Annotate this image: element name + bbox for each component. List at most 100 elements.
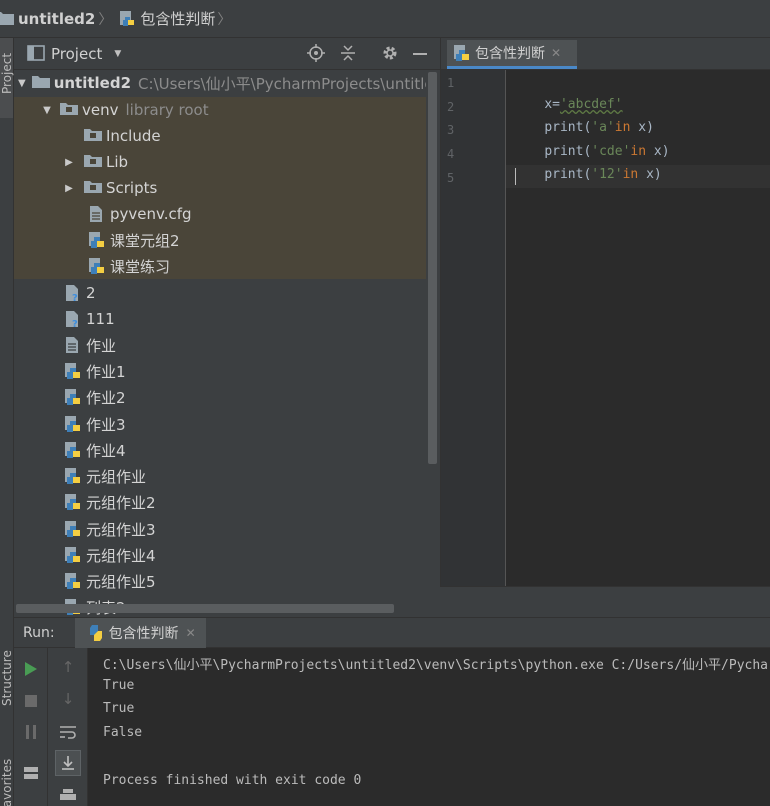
tree-folder-lib[interactable]: ▶ Lib [14, 149, 426, 175]
tree-file-yuanzu-zuoye2[interactable]: 元组作业2 [14, 489, 426, 515]
python-file-icon [64, 441, 82, 459]
hide-panel-icon[interactable] [413, 53, 427, 55]
code-editor[interactable]: x='abcdef' print('a'in x) print('cde'in … [506, 70, 770, 586]
code-line-1[interactable]: x='abcdef' [513, 72, 622, 112]
run-tab[interactable]: 包含性判断 ✕ [74, 617, 206, 648]
breadcrumb-file[interactable]: 包含性判断 〉 [118, 0, 237, 38]
arrow-down-icon[interactable]: ↓ [57, 688, 79, 710]
soft-wrap-icon[interactable] [57, 721, 79, 743]
tree-file-zuoye1[interactable]: 作业1 [14, 358, 426, 384]
unknown-file-icon: ? [64, 310, 82, 330]
tree-label: 元组作业4 [86, 546, 156, 565]
tree-label: 作业1 [86, 362, 126, 381]
print-icon[interactable] [57, 785, 79, 806]
tree-file-ketang-lianxi[interactable]: 课堂练习 [14, 253, 426, 279]
editor-tab-label: 包含性判断 [475, 46, 545, 62]
tree-label: 元组作业5 [86, 572, 156, 591]
folder-icon [84, 127, 102, 145]
tree-file-yuanzu-zuoye5[interactable]: 元组作业5 [14, 568, 426, 594]
python-file-icon [64, 362, 82, 380]
expand-arrow-icon[interactable]: ▼ [40, 97, 54, 123]
tree-file-pyvenv-cfg[interactable]: pyvenv.cfg [14, 201, 426, 227]
tree-file-zuoye3[interactable]: 作业3 [14, 411, 426, 437]
tree-file-yuanzu-zuoye3[interactable]: 元组作业3 [14, 516, 426, 542]
run-toolbar-secondary: ↑ ↓ [48, 648, 88, 806]
expand-arrow-icon[interactable]: ▶ [62, 149, 76, 175]
tree-folder-include[interactable]: Include [14, 123, 426, 149]
stop-icon[interactable] [20, 690, 42, 712]
folder-icon [31, 74, 50, 92]
text-cursor [515, 168, 516, 185]
tree-file-zuoye4[interactable]: 作业4 [14, 437, 426, 463]
tree-label: 2 [86, 284, 96, 302]
console-output[interactable]: C:\Users\仙小平\PycharmProjects\untitled2\v… [88, 648, 770, 806]
code-line-4[interactable]: print('12'in x) [513, 142, 661, 182]
breadcrumb-label: untitled2 [18, 9, 96, 28]
tree-label: 作业 [86, 336, 117, 355]
run-panel-header: Run: 包含性判断 ✕ [14, 617, 770, 648]
code-line-3[interactable]: print('cde'in x) [513, 119, 669, 159]
folder-icon [0, 10, 14, 28]
tree-file-yuanzu-zuoye4[interactable]: 元组作业4 [14, 542, 426, 568]
line-number-gutter: 1 2 3 4 5 [440, 70, 506, 586]
expand-arrow-icon[interactable]: ▼ [18, 70, 26, 96]
tree-label: Lib [106, 153, 129, 171]
rerun-icon[interactable] [20, 658, 42, 680]
tree-label: 作业4 [86, 441, 126, 460]
tree-file-yuanzu-zuoye[interactable]: 元组作业 [14, 463, 426, 489]
arrow-up-icon[interactable]: ↑ [57, 656, 79, 678]
locate-icon[interactable] [307, 44, 325, 66]
folder-icon [60, 101, 78, 119]
vertical-scrollbar[interactable] [428, 72, 437, 464]
project-panel-title[interactable]: Project [51, 45, 102, 63]
python-file-icon [88, 257, 106, 275]
console-line: C:\Users\仙小平\PycharmProjects\untitled2\v… [103, 658, 770, 673]
console-line: True [103, 701, 135, 716]
tree-file-zuoye[interactable]: 作业 [14, 332, 426, 358]
tree-label: 元组作业3 [86, 520, 156, 539]
tree-label: 课堂练习 [110, 257, 171, 276]
python-file-icon [118, 10, 136, 28]
scroll-to-end-icon[interactable] [55, 750, 81, 776]
editor-tab-bar: 包含性判断 ✕ [440, 38, 770, 70]
console-line: Process finished with exit code 0 [103, 773, 362, 788]
pause-icon[interactable] [20, 721, 42, 743]
console-line: True [103, 678, 135, 693]
tree-file-2[interactable]: ? 2 [14, 280, 426, 306]
expand-arrow-icon[interactable]: ▶ [62, 175, 76, 201]
breadcrumb-project[interactable]: untitled2 [0, 0, 95, 38]
collapse-all-icon[interactable] [339, 44, 357, 66]
gear-icon[interactable] [381, 44, 399, 66]
line-number: 5 [447, 171, 455, 185]
editor-tab-active[interactable]: 包含性判断 ✕ [447, 40, 577, 69]
close-icon[interactable]: ✕ [551, 46, 561, 60]
python-file-icon [88, 231, 106, 249]
project-tool-tab[interactable]: Project [0, 38, 14, 118]
tree-root-untitled2[interactable]: ▼ untitled2 C:\Users\仙小平\PycharmProjects… [14, 70, 426, 96]
tree-folder-scripts[interactable]: ▶ Scripts [14, 175, 426, 201]
tree-label: Include [106, 127, 161, 145]
tree-file-ketang-yuanzu2[interactable]: 课堂元组2 [14, 227, 426, 253]
project-panel-header: Project ▼ [14, 38, 440, 70]
code-line-2[interactable]: print('a'in x) [513, 95, 654, 135]
favorites-tool-label[interactable]: Favorites [0, 759, 14, 806]
project-tool-label: Project [0, 52, 14, 94]
config-file-icon [88, 205, 106, 223]
svg-text:?: ? [72, 293, 78, 302]
line-number: 1 [447, 76, 455, 90]
breadcrumb-label: 包含性判断 [140, 10, 216, 28]
tree-folder-venv[interactable]: ▼ venv library root [14, 97, 426, 123]
chevron-down-icon[interactable]: ▼ [114, 49, 121, 59]
horizontal-scrollbar[interactable] [16, 604, 394, 613]
breadcrumb-separator: 〉 [98, 11, 113, 28]
layout-icon[interactable] [20, 762, 42, 784]
tree-file-111[interactable]: ? 111 [14, 306, 426, 332]
tree-label: 111 [86, 310, 115, 328]
close-icon[interactable]: ✕ [186, 626, 196, 640]
tree-file-zuoye2[interactable]: 作业2 [14, 384, 426, 410]
unknown-file-icon: ? [64, 284, 82, 304]
structure-tool-label[interactable]: Structure [0, 650, 14, 706]
tree-path-label: C:\Users\仙小平\PycharmProjects\untitled2 [138, 74, 426, 93]
python-file-icon [64, 388, 82, 406]
console-line: False [103, 725, 143, 740]
